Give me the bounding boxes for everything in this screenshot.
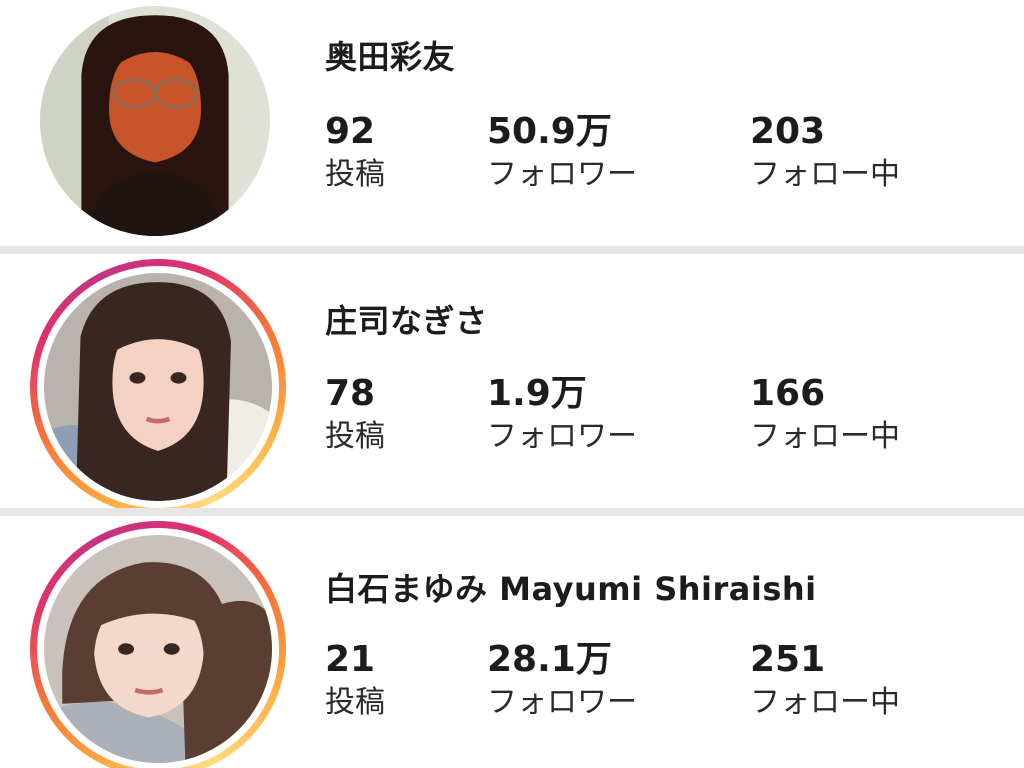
posts-count: 92 [325, 111, 376, 152]
following-count: 203 [750, 111, 826, 152]
followers-count: 50.9万 [487, 111, 612, 152]
posts-count: 78 [325, 373, 376, 414]
profile-list: 奥田彩友 92 投稿 50.9万 フォロワー 203 フォロー中 庄司なぎさ 7… [0, 0, 1024, 768]
avatar[interactable] [30, 521, 286, 768]
profile-row[interactable]: 白石まゆみ Mayumi Shiraishi 21 投稿 28.1万 フォロワー… [0, 516, 1024, 768]
followers-label: フォロワー [487, 157, 637, 192]
followers-stat[interactable]: 28.1万 フォロワー [487, 638, 637, 724]
followers-count: 1.9万 [487, 373, 587, 414]
followers-stat[interactable]: 50.9万 フォロワー [487, 110, 637, 196]
followers-label: フォロワー [487, 685, 637, 720]
following-label: フォロー中 [750, 419, 900, 454]
following-label: フォロー中 [750, 685, 900, 720]
avatar[interactable] [40, 6, 270, 236]
divider [0, 246, 1024, 254]
posts-count: 21 [325, 639, 376, 680]
profile-photo [44, 273, 272, 501]
posts-stat[interactable]: 78 投稿 [325, 372, 385, 458]
following-count: 251 [750, 639, 826, 680]
posts-label: 投稿 [325, 685, 385, 720]
posts-label: 投稿 [325, 157, 385, 192]
posts-stat[interactable]: 92 投稿 [325, 110, 385, 196]
profile-name[interactable]: 白石まゆみ Mayumi Shiraishi [325, 564, 817, 610]
profile-row[interactable]: 奥田彩友 92 投稿 50.9万 フォロワー 203 フォロー中 [0, 0, 1024, 246]
avatar[interactable] [30, 259, 286, 515]
following-label: フォロー中 [750, 157, 900, 192]
profile-name[interactable]: 奥田彩友 [325, 32, 455, 78]
profile-name[interactable]: 庄司なぎさ [325, 296, 488, 342]
following-stat[interactable]: 166 フォロー中 [750, 372, 900, 458]
posts-label: 投稿 [325, 419, 385, 454]
followers-label: フォロワー [487, 419, 637, 454]
profile-row[interactable]: 庄司なぎさ 78 投稿 1.9万 フォロワー 166 フォロー中 [0, 254, 1024, 515]
following-stat[interactable]: 203 フォロー中 [750, 110, 900, 196]
profile-photo [44, 535, 272, 763]
divider [0, 508, 1024, 516]
posts-stat[interactable]: 21 投稿 [325, 638, 385, 724]
following-stat[interactable]: 251 フォロー中 [750, 638, 900, 724]
followers-stat[interactable]: 1.9万 フォロワー [487, 372, 637, 458]
following-count: 166 [750, 373, 826, 414]
followers-count: 28.1万 [487, 639, 612, 680]
profile-photo [40, 6, 270, 236]
